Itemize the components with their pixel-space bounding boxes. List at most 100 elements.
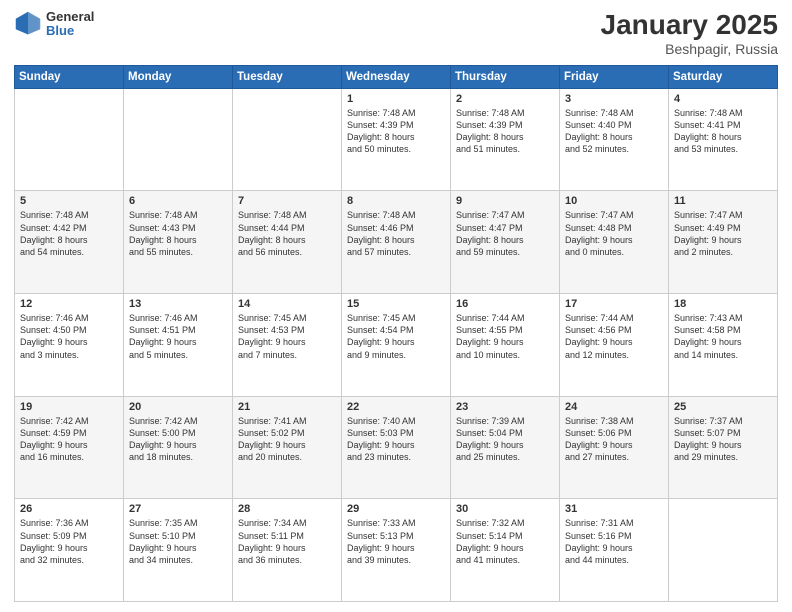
day-content: Sunrise: 7:47 AM Sunset: 4:48 PM Dayligh… — [565, 209, 663, 258]
calendar-week-row: 19 Sunrise: 7:42 AM Sunset: 4:59 PM Dayli… — [15, 396, 778, 499]
table-row — [15, 88, 124, 191]
day-number: 16 — [456, 298, 554, 310]
table-row: 26 Sunrise: 7:36 AM Sunset: 5:09 PM Dayli… — [15, 499, 124, 602]
day-content: Sunrise: 7:48 AM Sunset: 4:42 PM Dayligh… — [20, 209, 118, 258]
table-row: 13Sunrise: 7:46 AM Sunset: 4:51 PM Dayli… — [124, 294, 233, 397]
table-row: 4 Sunrise: 7:48 AM Sunset: 4:41 PM Daylig… — [669, 88, 778, 191]
title-block: January 2025 Beshpagir, Russia — [601, 10, 778, 57]
calendar-header-row: Sunday Monday Tuesday Wednesday Thursday… — [15, 65, 778, 88]
table-row: 31Sunrise: 7:31 AM Sunset: 5:16 PM Dayli… — [560, 499, 669, 602]
table-row: 3 Sunrise: 7:48 AM Sunset: 4:40 PM Daylig… — [560, 88, 669, 191]
calendar-week-row: 1 Sunrise: 7:48 AM Sunset: 4:39 PM Daylig… — [15, 88, 778, 191]
table-row: 29 Sunrise: 7:33 AM Sunset: 5:13 PM Dayli… — [342, 499, 451, 602]
table-row: 22Sunrise: 7:40 AM Sunset: 5:03 PM Dayli… — [342, 396, 451, 499]
day-content: Sunrise: 7:31 AM Sunset: 5:16 PM Dayligh… — [565, 517, 663, 566]
day-number: 30 — [456, 503, 554, 515]
day-number: 25 — [674, 401, 772, 413]
table-row: 20 Sunrise: 7:42 AM Sunset: 5:00 PM Dayli… — [124, 396, 233, 499]
day-number: 28 — [238, 503, 336, 515]
table-row: 30 Sunrise: 7:32 AM Sunset: 5:14 PM Dayli… — [451, 499, 560, 602]
logo: General Blue — [14, 10, 94, 39]
day-content: Sunrise: 7:44 AM Sunset: 4:55 PM Dayligh… — [456, 312, 554, 361]
day-content: Sunrise: 7:47 AM Sunset: 4:47 PM Dayligh… — [456, 209, 554, 258]
table-row: 5 Sunrise: 7:48 AM Sunset: 4:42 PM Daylig… — [15, 191, 124, 294]
day-content: Sunrise: 7:46 AM Sunset: 4:50 PM Dayligh… — [20, 312, 118, 361]
day-number: 3 — [565, 93, 663, 105]
calendar-week-row: 5 Sunrise: 7:48 AM Sunset: 4:42 PM Daylig… — [15, 191, 778, 294]
day-number: 13 — [129, 298, 227, 310]
day-content: Sunrise: 7:32 AM Sunset: 5:14 PM Dayligh… — [456, 517, 554, 566]
day-content: Sunrise: 7:40 AM Sunset: 5:03 PM Dayligh… — [347, 415, 445, 464]
col-monday: Monday — [124, 65, 233, 88]
table-row: 17Sunrise: 7:44 AM Sunset: 4:56 PM Dayli… — [560, 294, 669, 397]
table-row: 18Sunrise: 7:43 AM Sunset: 4:58 PM Dayli… — [669, 294, 778, 397]
day-content: Sunrise: 7:48 AM Sunset: 4:39 PM Dayligh… — [456, 107, 554, 156]
day-content: Sunrise: 7:41 AM Sunset: 5:02 PM Dayligh… — [238, 415, 336, 464]
table-row: 28 Sunrise: 7:34 AM Sunset: 5:11 PM Dayli… — [233, 499, 342, 602]
day-number: 21 — [238, 401, 336, 413]
day-number: 8 — [347, 195, 445, 207]
table-row: 14 Sunrise: 7:45 AM Sunset: 4:53 PM Dayli… — [233, 294, 342, 397]
day-number: 27 — [129, 503, 227, 515]
day-number: 29 — [347, 503, 445, 515]
day-content: Sunrise: 7:48 AM Sunset: 4:40 PM Dayligh… — [565, 107, 663, 156]
table-row: 8 Sunrise: 7:48 AM Sunset: 4:46 PM Daylig… — [342, 191, 451, 294]
day-number: 6 — [129, 195, 227, 207]
logo-text: General Blue — [46, 10, 94, 39]
day-content: Sunrise: 7:34 AM Sunset: 5:11 PM Dayligh… — [238, 517, 336, 566]
table-row — [669, 499, 778, 602]
day-number: 20 — [129, 401, 227, 413]
day-content: Sunrise: 7:33 AM Sunset: 5:13 PM Dayligh… — [347, 517, 445, 566]
col-sunday: Sunday — [15, 65, 124, 88]
table-row: 9Sunrise: 7:47 AM Sunset: 4:47 PM Daylig… — [451, 191, 560, 294]
day-content: Sunrise: 7:42 AM Sunset: 5:00 PM Dayligh… — [129, 415, 227, 464]
table-row: 25 Sunrise: 7:37 AM Sunset: 5:07 PM Dayli… — [669, 396, 778, 499]
day-content: Sunrise: 7:44 AM Sunset: 4:56 PM Dayligh… — [565, 312, 663, 361]
day-content: Sunrise: 7:38 AM Sunset: 5:06 PM Dayligh… — [565, 415, 663, 464]
table-row: 15 Sunrise: 7:45 AM Sunset: 4:54 PM Dayli… — [342, 294, 451, 397]
page: General Blue January 2025 Beshpagir, Rus… — [0, 0, 792, 612]
day-number: 11 — [674, 195, 772, 207]
table-row: 19 Sunrise: 7:42 AM Sunset: 4:59 PM Dayli… — [15, 396, 124, 499]
day-content: Sunrise: 7:42 AM Sunset: 4:59 PM Dayligh… — [20, 415, 118, 464]
day-number: 4 — [674, 93, 772, 105]
col-friday: Friday — [560, 65, 669, 88]
day-content: Sunrise: 7:48 AM Sunset: 4:41 PM Dayligh… — [674, 107, 772, 156]
table-row — [124, 88, 233, 191]
day-content: Sunrise: 7:45 AM Sunset: 4:53 PM Dayligh… — [238, 312, 336, 361]
table-row: 10 Sunrise: 7:47 AM Sunset: 4:48 PM Dayli… — [560, 191, 669, 294]
table-row: 27Sunrise: 7:35 AM Sunset: 5:10 PM Dayli… — [124, 499, 233, 602]
day-content: Sunrise: 7:48 AM Sunset: 4:46 PM Dayligh… — [347, 209, 445, 258]
day-number: 10 — [565, 195, 663, 207]
calendar-location: Beshpagir, Russia — [601, 41, 778, 57]
table-row: 2 Sunrise: 7:48 AM Sunset: 4:39 PM Daylig… — [451, 88, 560, 191]
day-number: 7 — [238, 195, 336, 207]
day-number: 15 — [347, 298, 445, 310]
calendar-table: Sunday Monday Tuesday Wednesday Thursday… — [14, 65, 778, 602]
day-number: 19 — [20, 401, 118, 413]
table-row: 11Sunrise: 7:47 AM Sunset: 4:49 PM Dayli… — [669, 191, 778, 294]
day-content: Sunrise: 7:45 AM Sunset: 4:54 PM Dayligh… — [347, 312, 445, 361]
day-number: 26 — [20, 503, 118, 515]
calendar-title: January 2025 — [601, 10, 778, 41]
col-wednesday: Wednesday — [342, 65, 451, 88]
day-content: Sunrise: 7:37 AM Sunset: 5:07 PM Dayligh… — [674, 415, 772, 464]
day-number: 5 — [20, 195, 118, 207]
table-row: 16 Sunrise: 7:44 AM Sunset: 4:55 PM Dayli… — [451, 294, 560, 397]
day-number: 1 — [347, 93, 445, 105]
table-row: 1Sunrise: 7:48 AM Sunset: 4:39 PM Daylig… — [342, 88, 451, 191]
table-row: 24Sunrise: 7:38 AM Sunset: 5:06 PM Dayli… — [560, 396, 669, 499]
calendar-week-row: 26 Sunrise: 7:36 AM Sunset: 5:09 PM Dayli… — [15, 499, 778, 602]
day-content: Sunrise: 7:36 AM Sunset: 5:09 PM Dayligh… — [20, 517, 118, 566]
day-content: Sunrise: 7:48 AM Sunset: 4:44 PM Dayligh… — [238, 209, 336, 258]
day-number: 14 — [238, 298, 336, 310]
logo-blue-text: Blue — [46, 24, 94, 38]
day-number: 18 — [674, 298, 772, 310]
day-number: 2 — [456, 93, 554, 105]
header: General Blue January 2025 Beshpagir, Rus… — [14, 10, 778, 57]
day-number: 23 — [456, 401, 554, 413]
table-row: 23Sunrise: 7:39 AM Sunset: 5:04 PM Dayli… — [451, 396, 560, 499]
table-row — [233, 88, 342, 191]
logo-icon — [14, 10, 42, 38]
day-content: Sunrise: 7:48 AM Sunset: 4:43 PM Dayligh… — [129, 209, 227, 258]
